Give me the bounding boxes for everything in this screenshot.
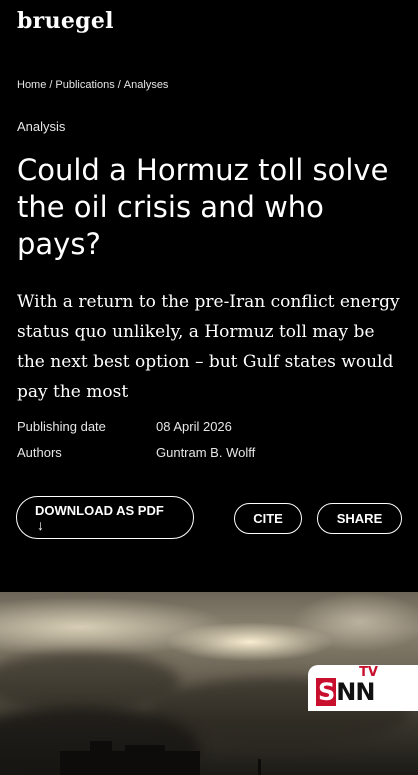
publishing-date-row: Publishing date 08 April 2026 (17, 419, 402, 445)
publishing-date-label: Publishing date (17, 419, 106, 434)
author-link[interactable]: Guntram B. Wolff (156, 445, 255, 471)
mast-silhouette (258, 759, 261, 775)
authors-label: Authors (17, 445, 62, 460)
article-subtitle: With a return to the pre-Iran conflict e… (17, 292, 400, 402)
breadcrumb-separator: / (117, 79, 121, 91)
article-meta: Publishing date 08 April 2026 Authors Gu… (17, 419, 402, 471)
download-arrow-icon: ↓ (37, 516, 44, 533)
hero-image: TV SNN (0, 592, 418, 775)
cite-button[interactable]: CITE (234, 503, 302, 534)
article-title: Could a Hormuz toll solve the oil crisis… (17, 153, 389, 261)
publishing-date-value: 08 April 2026 (156, 419, 232, 434)
watermark-tv: TV (359, 665, 378, 680)
ship-superstructure (125, 745, 165, 755)
breadcrumb-analyses[interactable]: Analyses (124, 79, 169, 91)
authors-row: Authors Guntram B. Wolff (17, 445, 402, 471)
snn-tv-watermark: TV SNN (308, 665, 418, 711)
download-pdf-button[interactable]: DOWNLOAD AS PDF ↓ (16, 496, 194, 539)
watermark-s: S (316, 678, 337, 706)
breadcrumb-home[interactable]: Home (17, 79, 46, 91)
watermark-nn: NN (336, 678, 375, 706)
breadcrumb-publications[interactable]: Publications (55, 79, 114, 91)
site-logo[interactable]: bruegel (17, 8, 114, 34)
share-button[interactable]: SHARE (317, 503, 402, 534)
ship-superstructure (90, 741, 112, 755)
download-pdf-label: DOWNLOAD AS PDF (35, 502, 164, 518)
breadcrumb-separator: / (49, 79, 53, 91)
article-category: Analysis (17, 119, 66, 134)
breadcrumb: Home / Publications / Analyses (17, 79, 168, 91)
